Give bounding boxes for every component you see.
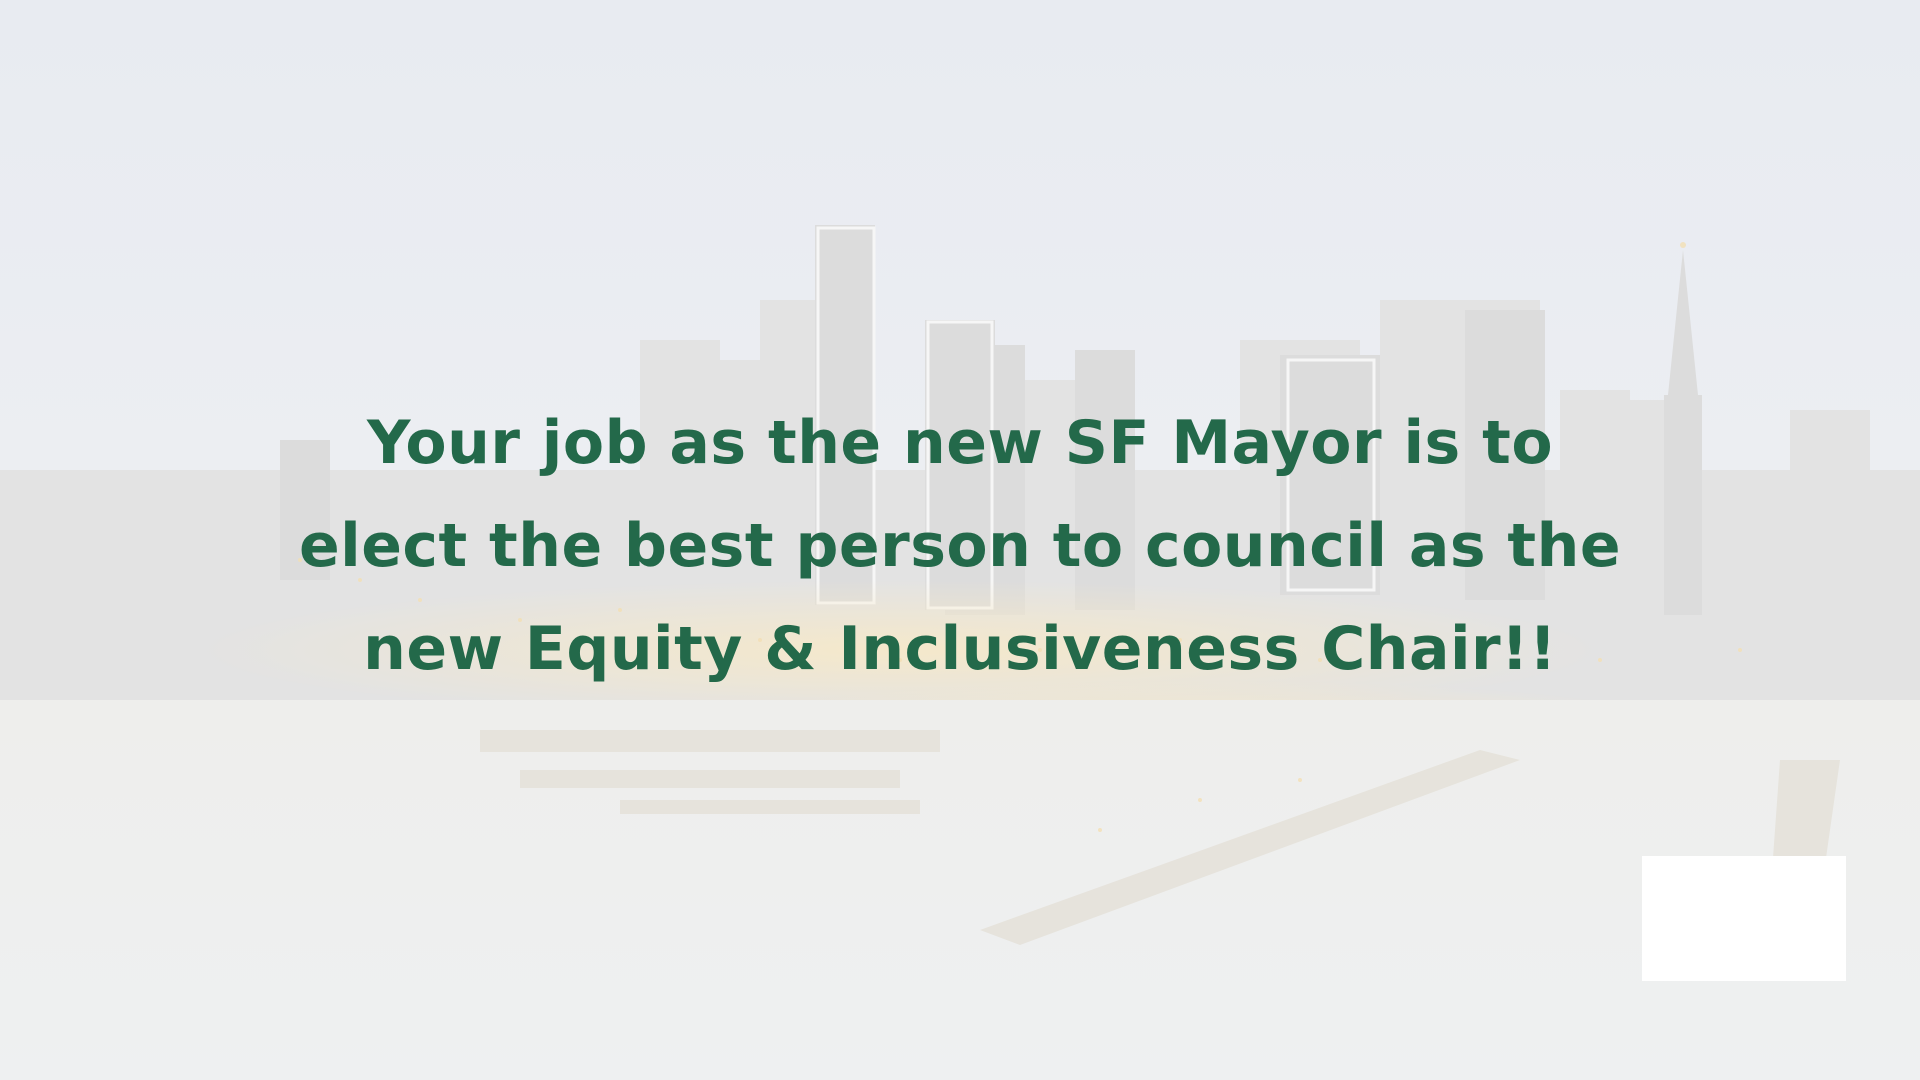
headline-line-3: new Equity & Inclusiveness Chair!! xyxy=(363,614,1557,684)
headline-line-1: Your job as the new SF Mayor is to xyxy=(366,408,1554,478)
headline: Your job as the new SF Mayor is to elect… xyxy=(260,392,1660,701)
white-box-button[interactable] xyxy=(1642,856,1846,981)
headline-line-2: elect the best person to council as the xyxy=(298,511,1622,581)
